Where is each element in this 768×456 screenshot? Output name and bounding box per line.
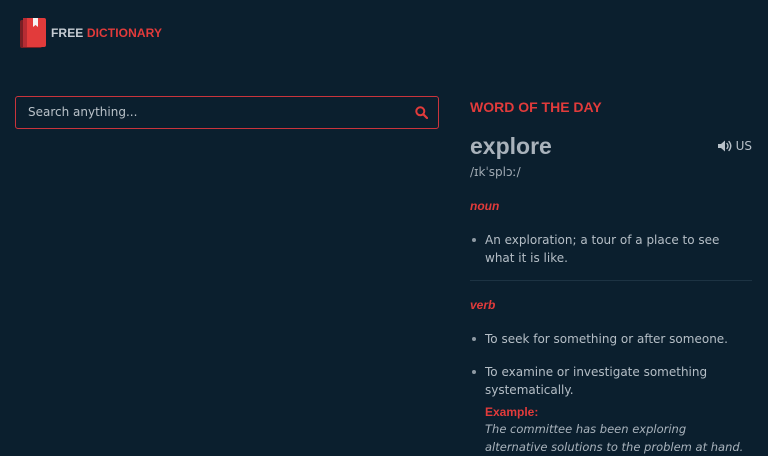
noun-definitions: An exploration; a tour of a place to see… — [470, 231, 752, 267]
word-of-the-day-heading: WORD OF THE DAY — [470, 99, 602, 115]
search-box — [15, 96, 439, 129]
brand-dictionary: DICTIONARY — [86, 26, 163, 40]
pronunciation-audio-button[interactable]: US — [717, 139, 752, 153]
verb-definitions: To seek for something or after someone. … — [470, 330, 752, 456]
phonetic-spelling: /ɪkˈsplɔː/ — [470, 165, 521, 179]
book-icon — [20, 17, 48, 49]
part-of-speech-noun: noun — [470, 199, 500, 213]
definition-item: An exploration; a tour of a place to see… — [470, 231, 752, 267]
speaker-icon — [717, 140, 732, 152]
word-title: explore — [470, 133, 552, 159]
brand-free: FREE — [51, 26, 84, 40]
word-of-the-day-panel: WORD OF THE DAY explore US /ɪkˈsplɔː/ no… — [470, 96, 752, 456]
definition-text: To seek for something or after someone. — [485, 332, 728, 346]
example-label: Example: — [485, 405, 539, 419]
definition-text: To examine or investigate something syst… — [485, 365, 708, 397]
pronunciation-accent-label: US — [735, 139, 752, 153]
meaning-divider — [470, 280, 752, 281]
word-header: explore US — [470, 132, 752, 160]
search-input[interactable] — [16, 97, 401, 127]
search-icon — [414, 105, 428, 119]
definition-item: To examine or investigate something syst… — [470, 363, 752, 456]
brand-logo[interactable]: FREE DICTIONARY — [20, 16, 162, 50]
search-button[interactable] — [412, 103, 430, 121]
brand-name: FREE DICTIONARY — [51, 26, 162, 40]
definition-item: To seek for something or after someone. — [470, 330, 752, 348]
part-of-speech-verb: verb — [470, 298, 496, 312]
example-sentence: The committee has been exploring alterna… — [485, 422, 744, 454]
